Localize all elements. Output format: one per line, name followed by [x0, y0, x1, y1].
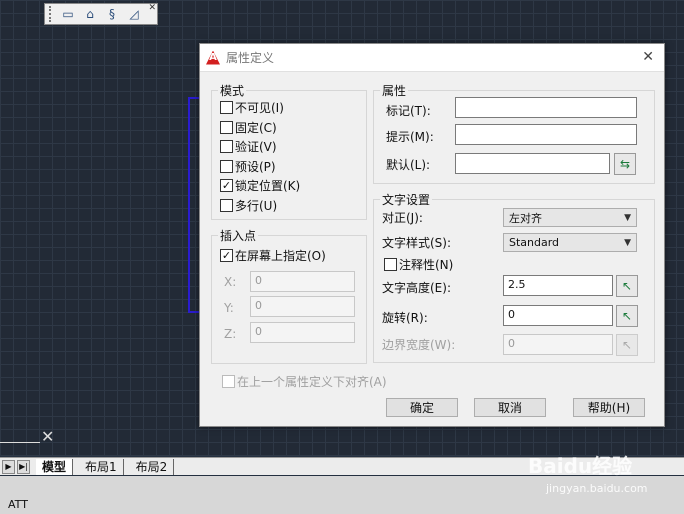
- cancel-button[interactable]: 取消: [474, 398, 546, 417]
- close-icon[interactable]: ✕: [642, 49, 654, 65]
- mode-option-label: 不可见(I): [235, 101, 284, 115]
- tab-prev-icon[interactable]: ▶: [2, 459, 15, 474]
- chevron-down-icon: ▼: [624, 237, 631, 248]
- mode-checkbox[interactable]: [220, 101, 233, 114]
- tab-layout2[interactable]: 布局2: [130, 458, 175, 475]
- tag-field[interactable]: [455, 97, 637, 118]
- mode-checkbox[interactable]: [220, 198, 233, 212]
- x-field[interactable]: 0: [250, 271, 355, 292]
- insertion-legend: 插入点: [220, 229, 257, 243]
- prompt-field[interactable]: [455, 124, 637, 145]
- ok-button[interactable]: 确定: [386, 398, 458, 417]
- justify-select[interactable]: 左对齐 ▼: [503, 208, 637, 227]
- app-logo-icon: A: [206, 50, 220, 65]
- help-button[interactable]: 帮助(H): [573, 398, 645, 417]
- tab-layout1[interactable]: 布局1: [79, 458, 124, 475]
- mode-checkbox[interactable]: [220, 159, 233, 173]
- mode-option-label: 多行(U): [235, 198, 278, 213]
- on-screen-checkbox[interactable]: ✓: [220, 249, 233, 262]
- watermark-logo: Baidu经验: [528, 454, 633, 478]
- boundary-width-label: 边界宽度(W):: [382, 338, 456, 352]
- text-style-value: Standard: [509, 236, 560, 249]
- justify-value: 左对齐: [509, 211, 542, 225]
- align-below-label: 在上一个属性定义下对齐(A): [237, 375, 387, 389]
- ucs-axis: [0, 442, 40, 443]
- command-text: ATT: [8, 498, 28, 511]
- text-height-label: 文字高度(E):: [382, 281, 451, 295]
- default-field[interactable]: [455, 153, 610, 174]
- mode-option[interactable]: 固定(C): [220, 119, 277, 136]
- align-below-option[interactable]: 在上一个属性定义下对齐(A): [222, 373, 387, 390]
- mode-checkbox[interactable]: [220, 120, 233, 134]
- attribute-legend: 属性: [382, 84, 407, 98]
- y-field[interactable]: 0: [250, 296, 355, 317]
- mode-option[interactable]: 不可见(I): [220, 99, 284, 116]
- toolbar-grip[interactable]: [49, 6, 53, 22]
- on-screen-label: 在屏幕上指定(O): [235, 249, 326, 263]
- toolbar-close-icon[interactable]: ✕: [148, 3, 156, 13]
- dialog-titlebar[interactable]: A 属性定义: [200, 44, 664, 72]
- annotative-checkbox[interactable]: [384, 258, 397, 271]
- rotation-label: 旋转(R):: [382, 311, 428, 325]
- prompt-label: 提示(M):: [386, 130, 434, 144]
- rotation-field[interactable]: 0: [503, 305, 613, 326]
- boundary-width-field[interactable]: 0: [503, 334, 613, 355]
- annotative-label: 注释性(N): [399, 258, 454, 272]
- ruler-icon[interactable]: ▭: [57, 5, 79, 23]
- mode-option[interactable]: 验证(V): [220, 138, 277, 155]
- edit-attribute-icon[interactable]: ◿: [123, 5, 145, 23]
- pick-boundary-icon[interactable]: ↖: [616, 334, 638, 356]
- x-label: X:: [224, 275, 237, 289]
- mode-legend: 模式: [220, 84, 245, 98]
- watermark-url: jingyan.baidu.com: [546, 482, 648, 495]
- text-height-field[interactable]: 2.5: [503, 275, 613, 296]
- pick-height-icon[interactable]: ↖: [616, 275, 638, 297]
- mode-option-label: 验证(V): [235, 140, 277, 154]
- mode-option[interactable]: ✓ 锁定位置(K): [220, 177, 300, 194]
- text-style-label: 文字样式(S):: [382, 236, 452, 250]
- mode-checkbox[interactable]: ✓: [220, 179, 233, 192]
- text-settings-legend: 文字设置: [382, 193, 431, 207]
- z-label: Z:: [224, 327, 237, 341]
- attribute-icon[interactable]: §: [101, 5, 123, 23]
- mode-option-label: 预设(P): [235, 159, 276, 174]
- z-field[interactable]: 0: [250, 322, 355, 343]
- annotative-option[interactable]: 注释性(N): [384, 256, 453, 273]
- mode-option-label: 固定(C): [235, 120, 277, 135]
- mode-option-label: 锁定位置(K): [235, 179, 301, 193]
- mode-checkbox[interactable]: [220, 140, 233, 153]
- block-insert-icon[interactable]: ⌂: [79, 5, 101, 23]
- attribute-definition-dialog: A 属性定义 ✕ 模式 插入点 ✓ 在屏幕上指定(O) X: 0 Y: 0 Z:…: [199, 43, 665, 427]
- justify-label: 对正(J):: [382, 211, 423, 225]
- ucs-x-icon: ✕: [41, 427, 55, 446]
- y-label: Y:: [224, 301, 234, 315]
- align-below-checkbox[interactable]: [222, 375, 235, 388]
- text-style-select[interactable]: Standard ▼: [503, 233, 637, 252]
- mode-option[interactable]: 预设(P): [220, 158, 276, 175]
- chevron-down-icon: ▼: [624, 212, 631, 223]
- floating-toolbar: ▭ ⌂ § ◿ ✕: [44, 3, 158, 25]
- tab-model[interactable]: 模型: [36, 458, 74, 475]
- tag-label: 标记(T):: [386, 104, 431, 118]
- on-screen-option[interactable]: ✓ 在屏幕上指定(O): [220, 247, 326, 264]
- insert-field-icon[interactable]: ⇆: [614, 153, 636, 175]
- mode-option[interactable]: 多行(U): [220, 197, 277, 214]
- default-label: 默认(L):: [386, 158, 431, 172]
- pick-rotation-icon[interactable]: ↖: [616, 305, 638, 327]
- dialog-title: 属性定义: [226, 51, 275, 65]
- tab-last-icon[interactable]: ▶|: [17, 459, 30, 474]
